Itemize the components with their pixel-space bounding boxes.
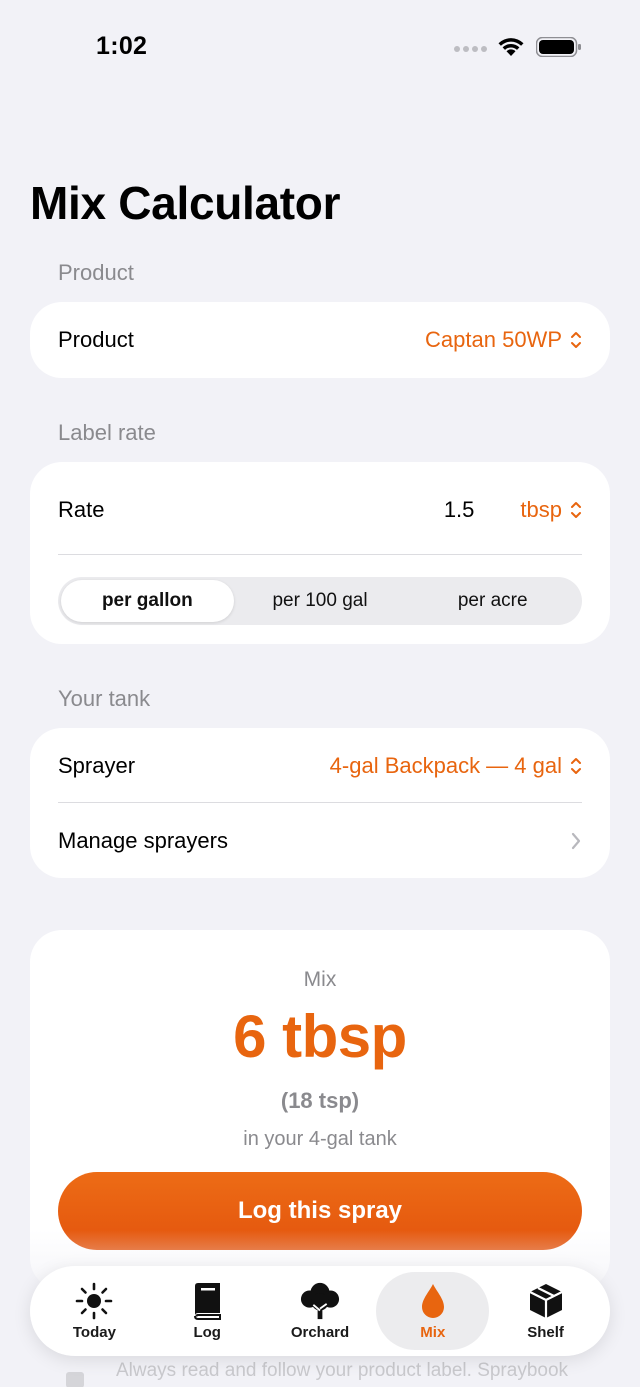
mix-amount-tsp: (18 tsp) (280, 1088, 360, 1113)
tab-orchard[interactable]: Orchard (264, 1272, 377, 1350)
sprayer-picker[interactable]: 4-gal Backpack — 4 gal (330, 753, 582, 779)
tab-today[interactable]: Today (38, 1272, 151, 1350)
sprayer-value: 4-gal Backpack — 4 gal (329, 753, 562, 778)
tab-label: Log (193, 1323, 221, 1341)
rate-row: Rate 1.5 tbsp (58, 472, 582, 548)
tab-label: Shelf (527, 1323, 564, 1341)
manage-sprayers-label: Manage sprayers (58, 828, 228, 853)
section-header-product: Product (58, 260, 134, 285)
segment-per-gallon[interactable]: per gallon (61, 580, 234, 622)
product-card: Product Captan 50WP (30, 302, 610, 378)
rate-amount-input[interactable]: 1.5 (444, 497, 475, 523)
wifi-icon (498, 38, 524, 56)
tab-log[interactable]: Log (151, 1272, 264, 1350)
chevron-up-down-icon (571, 758, 581, 774)
product-row[interactable]: Product Captan 50WP (58, 302, 582, 378)
rate-card: Rate 1.5 tbsp per gallon per 100 gal per… (30, 462, 610, 644)
section-header-label-rate: Label rate (58, 420, 156, 445)
battery-icon (536, 37, 581, 57)
chevron-up-down-icon (571, 502, 581, 518)
box-icon (529, 1283, 563, 1318)
tab-bar: Today Log Orchard Mix Shelf (30, 1266, 610, 1356)
segment-per-100-gal[interactable]: per 100 gal (234, 580, 407, 622)
rate-unit-picker[interactable]: tbsp (520, 497, 582, 523)
divider (58, 802, 582, 803)
rate-basis-segmented-control: per gallon per 100 gal per acre (58, 577, 582, 625)
sprayer-row[interactable]: Sprayer 4-gal Backpack — 4 gal (58, 728, 582, 804)
rate-label: Rate (58, 497, 105, 522)
rate-unit-value: tbsp (520, 497, 562, 522)
tab-shelf[interactable]: Shelf (489, 1272, 602, 1350)
product-value: Captan 50WP (425, 327, 562, 352)
info-icon (66, 1372, 84, 1387)
product-picker[interactable]: Captan 50WP (425, 327, 582, 353)
drop-icon (421, 1283, 444, 1318)
tank-note: in your 4-gal tank (243, 1128, 397, 1150)
label-disclaimer: Always read and follow your product labe… (116, 1360, 569, 1381)
segment-per-acre[interactable]: per acre (406, 580, 579, 622)
divider (58, 554, 582, 555)
cellular-signal-icon (454, 46, 487, 52)
tree-icon (300, 1282, 340, 1319)
tab-label: Orchard (290, 1323, 350, 1341)
tab-label: Today (72, 1323, 116, 1341)
chevron-right-icon (571, 832, 581, 850)
tab-label: Mix (420, 1323, 446, 1341)
section-header-your-tank: Your tank (58, 686, 151, 711)
sprayer-label: Sprayer (58, 753, 136, 778)
mix-amount: 6 tbsp (233, 1003, 407, 1070)
book-icon (194, 1282, 222, 1320)
sun-icon (76, 1282, 113, 1319)
tank-card: Sprayer 4-gal Backpack — 4 gal Manage sp… (30, 728, 610, 878)
chevron-up-down-icon (571, 332, 581, 348)
manage-sprayers-row[interactable]: Manage sprayers (58, 804, 582, 878)
tab-mix[interactable]: Mix (376, 1272, 490, 1350)
status-time: 1:02 (96, 32, 148, 60)
mix-label: Mix (303, 968, 337, 991)
page-title: Mix Calculator (30, 177, 341, 229)
product-label: Product (58, 327, 134, 352)
status-bar: 1:02 (0, 0, 640, 90)
